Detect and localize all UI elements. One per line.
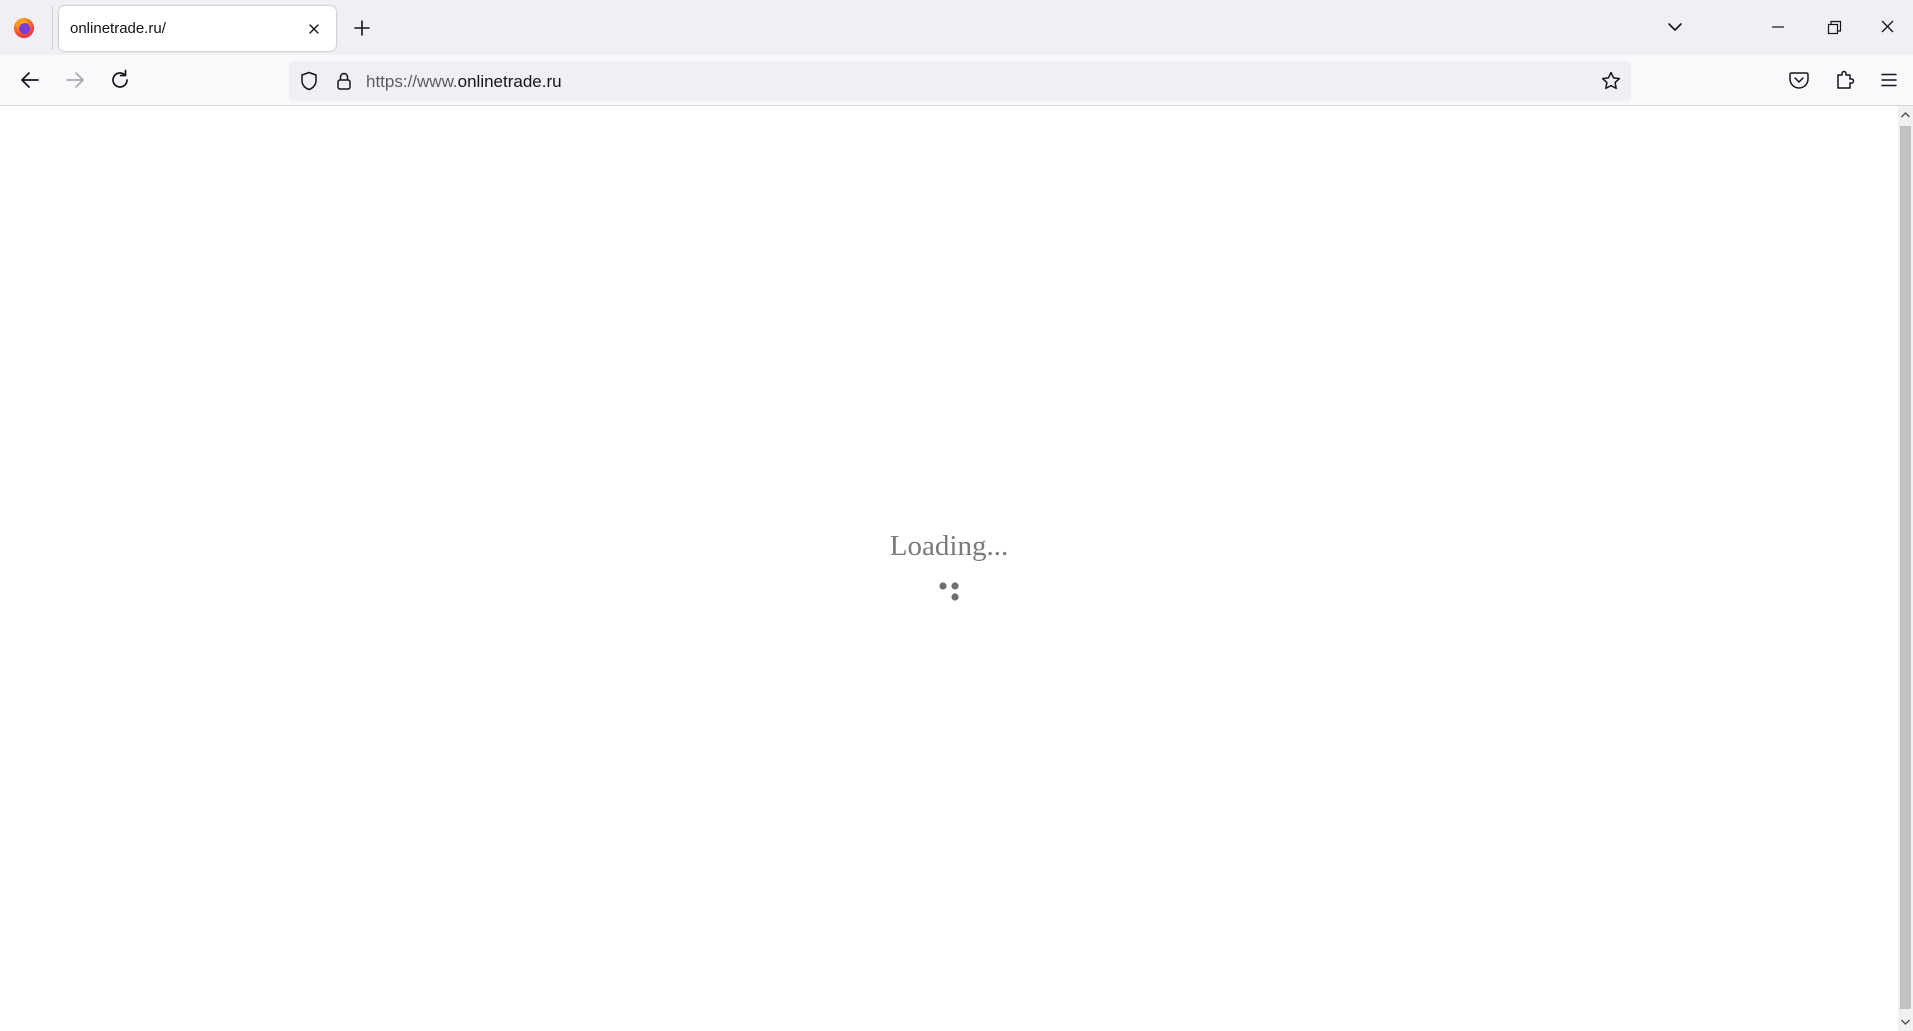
tab-strip: onlinetrade.ru/ <box>0 0 1913 55</box>
restore-button[interactable] <box>1806 0 1862 55</box>
chevron-down-icon <box>1901 1019 1910 1025</box>
reload-icon <box>112 69 128 88</box>
minimize-icon <box>1772 26 1784 28</box>
scrollbar-thumb[interactable] <box>1900 126 1911 1009</box>
minimize-button[interactable] <box>1750 0 1806 55</box>
extensions-icon <box>1837 70 1855 89</box>
firefox-logo-icon[interactable] <box>12 16 36 40</box>
new-tab-button[interactable] <box>347 13 377 43</box>
scroll-down-button[interactable] <box>1898 1013 1913 1031</box>
active-tab[interactable]: onlinetrade.ru/ <box>59 6 336 51</box>
chevron-down-icon <box>1668 23 1682 31</box>
pocket-icon <box>1789 72 1809 89</box>
loading-spinner-icon <box>934 576 964 606</box>
extensions-button[interactable] <box>1828 63 1862 97</box>
loading-text: Loading... <box>889 530 1009 562</box>
url-domain: onlinetrade.ru <box>457 72 562 91</box>
page-content: Loading... <box>0 106 1898 1031</box>
list-all-tabs-button[interactable] <box>1660 12 1690 42</box>
arrow-left-icon <box>21 72 39 88</box>
close-icon <box>309 24 319 34</box>
restore-icon <box>1827 20 1842 35</box>
arrow-right-icon <box>66 72 84 88</box>
tab-title: onlinetrade.ru/ <box>70 20 166 37</box>
vertical-scrollbar[interactable] <box>1898 106 1913 1031</box>
chevron-up-icon <box>1901 112 1910 118</box>
navigation-toolbar: https://www.onlinetrade.ru <box>0 55 1913 106</box>
pocket-button[interactable] <box>1782 63 1816 97</box>
forward-button[interactable] <box>57 62 93 98</box>
menu-icon <box>1881 73 1897 87</box>
tab-separator <box>52 6 53 50</box>
close-tab-button[interactable] <box>303 18 325 40</box>
tracking-protection-shield-icon[interactable] <box>298 70 320 92</box>
address-bar[interactable]: https://www.onlinetrade.ru <box>289 61 1631 101</box>
close-icon <box>1881 20 1894 33</box>
scroll-up-button[interactable] <box>1898 106 1913 124</box>
app-menu-button[interactable] <box>1872 63 1906 97</box>
plus-icon <box>354 20 370 36</box>
back-button[interactable] <box>12 62 48 98</box>
reload-button[interactable] <box>102 62 138 98</box>
close-window-button[interactable] <box>1862 0 1913 55</box>
bookmark-star-icon[interactable] <box>1599 69 1623 93</box>
lock-icon[interactable] <box>333 70 355 92</box>
url-text[interactable]: https://www.onlinetrade.ru <box>366 72 562 92</box>
url-prefix: https://www. <box>366 72 458 91</box>
